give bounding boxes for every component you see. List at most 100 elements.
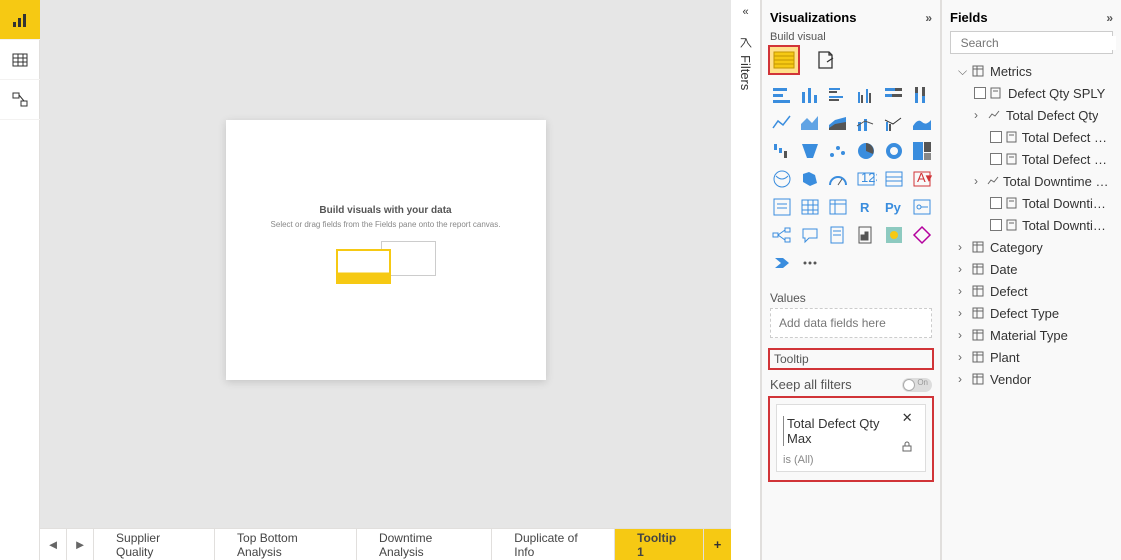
waterfall-icon[interactable] <box>770 139 794 163</box>
field-checkbox[interactable] <box>990 131 1002 143</box>
field-total-downtime-2[interactable]: Total Downtime … <box>950 214 1113 236</box>
canvas-area: Build visuals with your data Select or d… <box>40 0 731 560</box>
chevron-right-icon: › <box>958 240 968 254</box>
field-checkbox[interactable] <box>990 153 1002 165</box>
page-tab-tooltip1[interactable]: Tooltip 1 <box>615 529 704 560</box>
format-visual-tab[interactable] <box>812 47 840 73</box>
trend-icon <box>988 110 1002 120</box>
table-icon[interactable] <box>798 195 822 219</box>
model-view-icon[interactable] <box>0 80 40 120</box>
visual-type-gallery: 123 A▾ R Py <box>770 83 932 275</box>
tabs-prev-icon[interactable]: ◄ <box>40 529 67 560</box>
chevron-right-icon: › <box>974 174 983 188</box>
filters-pane-label[interactable]: Filters <box>738 36 753 90</box>
chevron-down-icon: ⌵ <box>958 64 968 79</box>
data-view-icon[interactable] <box>0 40 40 80</box>
power-apps-icon[interactable] <box>910 223 934 247</box>
smart-narrative-icon[interactable] <box>826 223 850 247</box>
page-tab-top-bottom[interactable]: Top Bottom Analysis <box>215 529 357 560</box>
table-date[interactable]: ›Date <box>950 258 1113 280</box>
stacked-area-icon[interactable] <box>826 111 850 135</box>
table-category[interactable]: ›Category <box>950 236 1113 258</box>
trend-icon <box>987 176 999 186</box>
map-icon[interactable] <box>770 167 794 191</box>
gauge-icon[interactable] <box>826 167 850 191</box>
r-visual-icon[interactable]: R <box>854 195 878 219</box>
qa-visual-icon[interactable] <box>798 223 822 247</box>
line-stacked-column-icon[interactable] <box>854 111 878 135</box>
tabs-next-icon[interactable]: ► <box>67 529 94 560</box>
add-page-button[interactable]: + <box>704 529 731 560</box>
field-defect-qty-sply[interactable]: Defect Qty SPLY <box>950 82 1113 104</box>
table-plant[interactable]: ›Plant <box>950 346 1113 368</box>
hundred-stacked-bar-icon[interactable] <box>882 83 906 107</box>
card-icon[interactable]: 123 <box>854 167 878 191</box>
field-checkbox[interactable] <box>990 219 1002 231</box>
collapse-visualizations-icon[interactable]: » <box>925 11 932 25</box>
hundred-stacked-column-icon[interactable] <box>910 83 934 107</box>
table-defect-type[interactable]: ›Defect Type <box>950 302 1113 324</box>
fields-search[interactable] <box>950 31 1113 54</box>
clustered-bar-icon[interactable] <box>826 83 850 107</box>
keep-all-filters-toggle[interactable]: On <box>902 378 932 392</box>
multi-row-card-icon[interactable] <box>882 167 906 191</box>
build-visual-tab[interactable] <box>770 47 798 73</box>
fields-pane: Fields » ⌵Metrics Defect Qty SPLY ›Total… <box>941 0 1121 560</box>
table-material-type[interactable]: ›Material Type <box>950 324 1113 346</box>
power-automate-icon[interactable] <box>770 251 794 275</box>
field-total-defect-qty[interactable]: ›Total Defect Qty <box>950 104 1113 126</box>
table-icon <box>972 307 986 319</box>
chevron-right-icon: › <box>958 284 968 298</box>
pie-icon[interactable] <box>854 139 878 163</box>
table-icon <box>972 65 986 77</box>
table-vendor[interactable]: ›Vendor <box>950 368 1113 390</box>
treemap-icon[interactable] <box>910 139 934 163</box>
paginated-report-icon[interactable] <box>854 223 878 247</box>
table-metrics[interactable]: ⌵Metrics <box>950 60 1113 82</box>
kpi-icon[interactable]: A▾ <box>910 167 934 191</box>
arcgis-icon[interactable] <box>882 223 906 247</box>
report-page[interactable]: Build visuals with your data Select or d… <box>226 120 546 380</box>
report-canvas[interactable]: Build visuals with your data Select or d… <box>40 0 731 528</box>
filled-map-icon[interactable] <box>798 167 822 191</box>
page-tab-downtime[interactable]: Downtime Analysis <box>357 529 492 560</box>
page-tab-supplier-quality[interactable]: Supplier Quality <box>94 529 215 560</box>
values-drop-zone[interactable]: Add data fields here <box>770 308 932 338</box>
key-influencers-icon[interactable] <box>910 195 934 219</box>
field-total-defect-qty-1[interactable]: Total Defect Qty … <box>950 126 1113 148</box>
field-checkbox[interactable] <box>990 197 1002 209</box>
area-chart-icon[interactable] <box>798 111 822 135</box>
stacked-bar-icon[interactable] <box>770 83 794 107</box>
line-chart-icon[interactable] <box>770 111 794 135</box>
measure-icon <box>1006 153 1018 165</box>
svg-text:A▾: A▾ <box>917 170 933 185</box>
lock-filter-icon[interactable] <box>902 441 919 452</box>
donut-icon[interactable] <box>882 139 906 163</box>
decomposition-tree-icon[interactable] <box>770 223 794 247</box>
ribbon-chart-icon[interactable] <box>910 111 934 135</box>
field-total-downtime-min[interactable]: ›Total Downtime Min… <box>950 170 1113 192</box>
svg-text:R: R <box>860 200 870 215</box>
funnel-icon[interactable] <box>798 139 822 163</box>
matrix-icon[interactable] <box>826 195 850 219</box>
stacked-column-icon[interactable] <box>798 83 822 107</box>
fields-search-input[interactable] <box>961 36 1116 50</box>
field-total-downtime-1[interactable]: Total Downtime … <box>950 192 1113 214</box>
field-total-defect-rep[interactable]: Total Defect Rep… <box>950 148 1113 170</box>
clustered-column-icon[interactable] <box>854 83 878 107</box>
report-view-icon[interactable] <box>0 0 40 40</box>
more-visuals-icon[interactable] <box>798 251 822 275</box>
page-tab-duplicate-info[interactable]: Duplicate of Info <box>492 529 615 560</box>
line-clustered-column-icon[interactable] <box>882 111 906 135</box>
collapse-fields-icon[interactable]: » <box>1106 11 1113 25</box>
canvas-placeholder-graphic <box>336 241 436 296</box>
canvas-placeholder-subtitle: Select or drag fields from the Fields pa… <box>271 220 501 229</box>
python-visual-icon[interactable]: Py <box>882 195 906 219</box>
field-checkbox[interactable] <box>974 87 986 99</box>
slicer-icon[interactable] <box>770 195 794 219</box>
remove-filter-icon[interactable]: ✕ <box>902 410 913 425</box>
scatter-icon[interactable] <box>826 139 850 163</box>
table-defect[interactable]: ›Defect <box>950 280 1113 302</box>
expand-filters-icon[interactable]: « <box>742 0 748 24</box>
tooltip-filter-card[interactable]: Total Defect Qty Max ✕ is (All) <box>776 404 926 472</box>
